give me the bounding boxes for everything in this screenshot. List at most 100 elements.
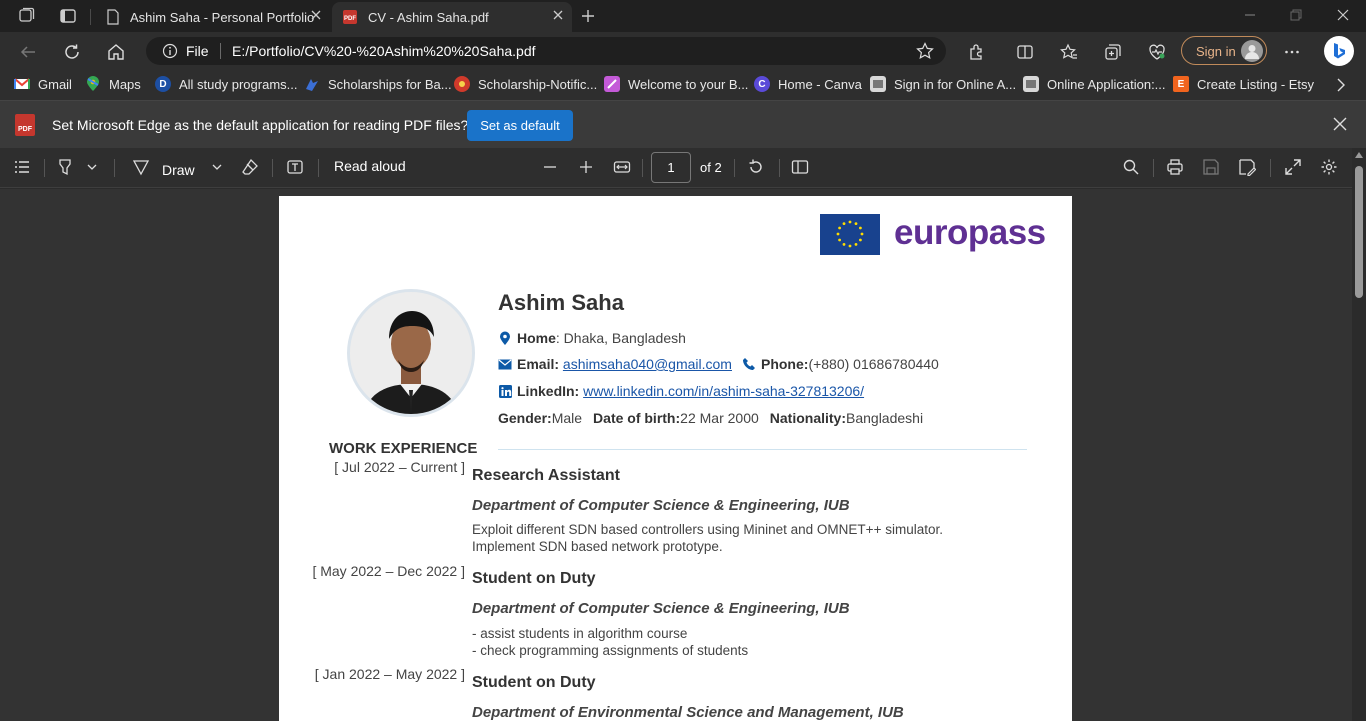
- draw-options-chevron-icon[interactable]: [211, 162, 223, 172]
- page-total: of 2: [700, 160, 722, 175]
- rotate-icon[interactable]: [747, 158, 765, 176]
- address-bar[interactable]: File E:/Portfolio/CV%20-%20Ashim%20%20Sa…: [146, 37, 946, 65]
- restore-icon[interactable]: [1290, 8, 1302, 26]
- bookmark-online-signin[interactable]: Sign in for Online A...: [870, 76, 1016, 92]
- linkedin-link[interactable]: www.linkedin.com/in/ashim-saha-327813206…: [583, 383, 864, 399]
- bookmark-online-application[interactable]: Online Application:...: [1023, 76, 1166, 92]
- welcome-icon: [604, 76, 620, 92]
- etsy-icon: E: [1173, 76, 1189, 92]
- bookmark-label: Create Listing - Etsy: [1197, 76, 1315, 92]
- url-text[interactable]: E:/Portfolio/CV%20-%20Ashim%20%20Saha.pd…: [232, 43, 536, 59]
- contents-icon[interactable]: [13, 158, 31, 176]
- favorites-icon[interactable]: [1058, 41, 1080, 63]
- minimize-icon[interactable]: [1244, 8, 1256, 26]
- browser-essentials-icon[interactable]: [1146, 41, 1168, 63]
- tab-actions-icon[interactable]: [58, 6, 78, 26]
- print-icon[interactable]: [1166, 158, 1184, 176]
- fullscreen-icon[interactable]: [1284, 158, 1302, 176]
- job-description: - check programming assignments of stude…: [472, 643, 749, 658]
- extensions-icon[interactable]: [966, 41, 988, 63]
- svg-text:PDF: PDF: [344, 16, 356, 22]
- application-icon: [1023, 76, 1039, 92]
- notification-icon: [454, 76, 470, 92]
- eraser-icon[interactable]: [241, 158, 259, 176]
- email-link[interactable]: ashimsaha040@gmail.com: [563, 356, 732, 372]
- nationality-label: Nationality:: [769, 410, 846, 426]
- profile-photo: [347, 289, 475, 417]
- collections-icon[interactable]: [1102, 41, 1124, 63]
- highlight-options-chevron-icon[interactable]: [86, 162, 98, 172]
- linkedin-icon: [498, 384, 512, 398]
- tab-cv-pdf[interactable]: PDF CV - Ashim Saha.pdf: [332, 2, 572, 32]
- bookmark-scholarship-notification[interactable]: Scholarship-Notific...: [454, 76, 597, 92]
- draw-button[interactable]: Draw: [132, 158, 195, 181]
- cv-name: Ashim Saha: [498, 290, 624, 315]
- set-as-default-button[interactable]: Set as default: [467, 110, 573, 141]
- bookmark-label: Maps: [109, 76, 141, 92]
- chevron-right-icon[interactable]: [1336, 78, 1346, 92]
- close-tab-icon[interactable]: [310, 9, 322, 24]
- more-menu-icon[interactable]: [1281, 41, 1303, 63]
- close-window-icon[interactable]: [1337, 8, 1349, 26]
- info-icon[interactable]: [162, 43, 178, 64]
- scholarship-icon: [304, 76, 320, 92]
- zoom-out-icon[interactable]: [541, 158, 559, 176]
- nationality-value: Bangladeshi: [846, 410, 924, 426]
- text-box-icon[interactable]: [286, 158, 304, 176]
- bookmark-gmail[interactable]: Gmail: [14, 76, 72, 92]
- back-icon[interactable]: [17, 41, 39, 63]
- bookmark-label: Home - Canva: [778, 76, 862, 92]
- bookmark-canva[interactable]: C Home - Canva: [754, 76, 862, 92]
- close-tab-icon[interactable]: [552, 9, 564, 24]
- split-screen-icon[interactable]: [1014, 41, 1036, 63]
- avatar: [1241, 40, 1263, 62]
- highlight-icon[interactable]: [56, 158, 74, 176]
- copilot-icon[interactable]: [1324, 36, 1354, 66]
- home-icon[interactable]: [105, 41, 127, 63]
- job-title: Student on Duty: [472, 570, 596, 587]
- job-date: [ Jan 2022 – May 2022 ]: [314, 666, 465, 682]
- contact-line: Email: ashimsaha040@gmail.com Phone: (+8…: [498, 356, 939, 372]
- read-aloud-button[interactable]: Read aloud: [334, 158, 406, 174]
- workspaces-icon[interactable]: [16, 6, 36, 26]
- personal-info-line: Gender: Male Date of birth: 22 Mar 2000 …: [498, 410, 923, 426]
- job-title: Research Assistant: [472, 467, 620, 484]
- gender-label: Gender:: [498, 410, 552, 426]
- bookmark-maps[interactable]: Maps: [85, 76, 141, 92]
- bookmark-scholarships[interactable]: Scholarships for Ba...: [304, 76, 452, 92]
- job-description: Implement SDN based network prototype.: [472, 539, 723, 554]
- pdf-viewer[interactable]: europass Ashim Saha Home : Dhaka, Bangla…: [0, 189, 1352, 721]
- scrollbar-thumb[interactable]: [1355, 166, 1363, 298]
- linkedin-line: LinkedIn: www.linkedin.com/in/ashim-saha…: [498, 383, 864, 399]
- infobar-message: Set Microsoft Edge as the default applic…: [52, 117, 469, 133]
- page-number-input[interactable]: 1: [651, 152, 691, 183]
- bookmark-label: Gmail: [38, 76, 72, 92]
- sign-in-button[interactable]: Sign in: [1181, 36, 1267, 65]
- favorite-star-icon[interactable]: [916, 42, 934, 65]
- job-title: Student on Duty: [472, 674, 596, 691]
- close-infobar-icon[interactable]: [1333, 117, 1347, 136]
- tab-bar: Ashim Saha - Personal Portfolio PDF CV -…: [0, 0, 1366, 32]
- signin-site-icon: [870, 76, 886, 92]
- page-icon: [106, 9, 120, 25]
- zoom-in-icon[interactable]: [577, 158, 595, 176]
- vertical-scrollbar[interactable]: [1352, 148, 1366, 721]
- save-as-icon[interactable]: [1238, 158, 1256, 176]
- home-line: Home : Dhaka, Bangladesh: [498, 330, 686, 346]
- tab-portfolio[interactable]: Ashim Saha - Personal Portfolio: [96, 2, 330, 32]
- save-icon[interactable]: [1202, 158, 1220, 176]
- email-label: Email:: [517, 356, 560, 372]
- bookmark-etsy[interactable]: E Create Listing - Etsy: [1173, 76, 1314, 92]
- fit-to-width-icon[interactable]: [613, 158, 631, 176]
- refresh-icon[interactable]: [61, 41, 83, 63]
- address-toolbar: File E:/Portfolio/CV%20-%20Ashim%20%20Sa…: [0, 32, 1366, 70]
- bookmark-welcome[interactable]: Welcome to your B...: [604, 76, 748, 92]
- new-tab-icon[interactable]: [578, 6, 598, 26]
- scroll-up-icon[interactable]: [1355, 152, 1363, 158]
- job-date: [ May 2022 – Dec 2022 ]: [312, 563, 465, 579]
- bookmark-study-programs[interactable]: D All study programs...: [155, 76, 298, 92]
- settings-gear-icon[interactable]: [1320, 158, 1338, 176]
- eu-flag-icon: [820, 214, 880, 255]
- page-view-icon[interactable]: [791, 158, 809, 176]
- search-icon[interactable]: [1122, 158, 1140, 176]
